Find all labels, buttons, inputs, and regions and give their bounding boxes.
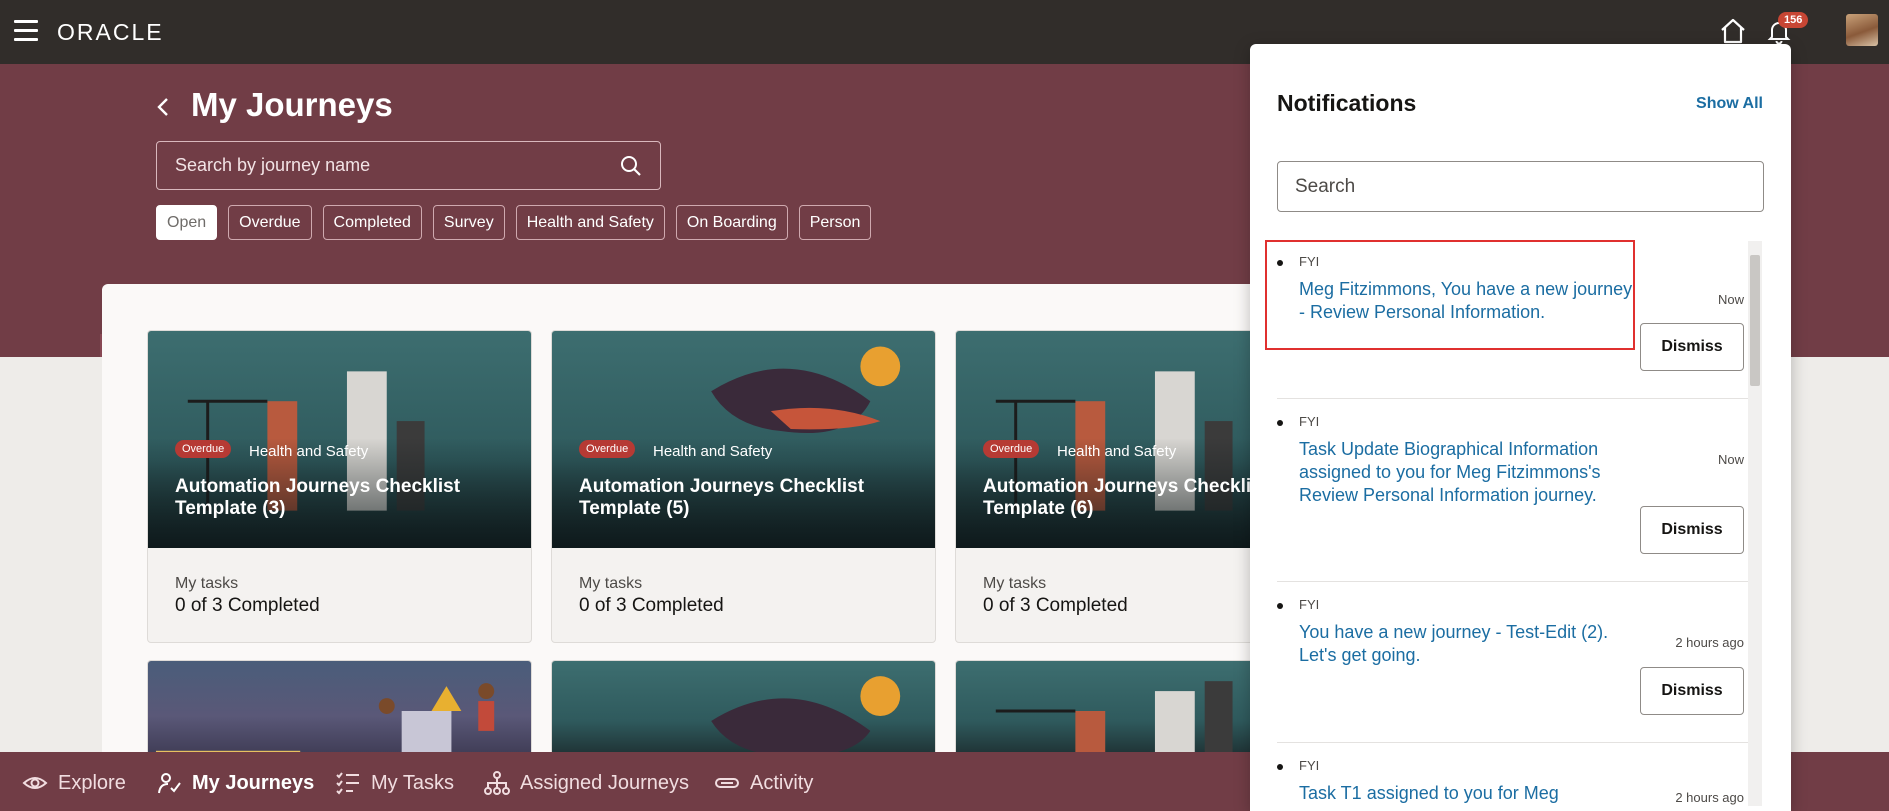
resting-figure-illustration — [711, 676, 901, 757]
tasks-label: My tasks — [175, 575, 239, 592]
notifications-title: Notifications — [1277, 90, 1417, 116]
notification-type: FYI — [1299, 414, 1320, 429]
filter-chip-on-boarding[interactable]: On Boarding — [675, 205, 788, 240]
tasks-progress: 0 of 3 Completed — [579, 595, 724, 616]
nav-my-tasks[interactable]: My Tasks — [335, 770, 454, 796]
status-badge: Overdue — [579, 440, 636, 458]
search-icon[interactable] — [620, 155, 642, 177]
notifications-search-input[interactable] — [1278, 162, 1763, 211]
filter-chip-person[interactable]: Person — [798, 205, 872, 240]
notification-item: FYI Task T1 assigned to you for Meg 2 ho… — [1250, 746, 1750, 811]
task-list-icon — [336, 772, 359, 795]
page-title: My Journeys — [191, 86, 393, 123]
dismiss-button[interactable]: Dismiss — [1640, 667, 1744, 715]
highlight-box — [1265, 240, 1635, 350]
eye-icon — [22, 777, 48, 789]
filter-chip-open[interactable]: Open — [156, 205, 218, 240]
tasks-label: My tasks — [579, 575, 643, 592]
notifications-search-box — [1277, 161, 1764, 212]
menu-icon[interactable] — [14, 20, 38, 42]
journey-search-box — [156, 141, 661, 190]
notification-item: FYI You have a new journey - Test-Edit (… — [1250, 585, 1750, 745]
notifications-scrollbar[interactable] — [1748, 241, 1762, 806]
notification-time: 2 hours ago — [1675, 635, 1744, 650]
nav-explore[interactable]: Explore — [22, 770, 126, 796]
show-all-link[interactable]: Show All — [1696, 95, 1763, 113]
nav-my-journeys[interactable]: My Journeys — [156, 770, 314, 796]
filter-chip-survey[interactable]: Survey — [432, 205, 505, 240]
scrollbar-thumb[interactable] — [1750, 255, 1760, 386]
activity-icon — [715, 778, 739, 788]
category-label: Health and Safety — [653, 443, 773, 460]
filter-chips: Open Overdue Completed Survey Health and… — [156, 205, 872, 240]
filter-chip-overdue[interactable]: Overdue — [228, 205, 312, 240]
home-icon[interactable] — [1718, 16, 1748, 46]
notification-link[interactable]: Task T1 assigned to you for Meg — [1299, 782, 1639, 805]
bullet-icon — [1277, 764, 1283, 770]
journey-card-title: Automation Journeys Checklist Template (… — [175, 476, 461, 519]
user-avatar[interactable] — [1846, 14, 1878, 46]
person-journey-icon — [158, 773, 181, 794]
tasks-progress: 0 of 3 Completed — [175, 595, 320, 616]
filter-chip-health-and-safety[interactable]: Health and Safety — [515, 205, 665, 240]
filter-chip-completed[interactable]: Completed — [322, 205, 422, 240]
notification-time: Now — [1717, 292, 1744, 307]
journeys-grid: Overdue Health and Safety Automation Jou… — [102, 284, 1340, 760]
dismiss-button[interactable]: Dismiss — [1640, 323, 1744, 371]
status-badge: Overdue — [175, 440, 232, 458]
notification-count-badge[interactable]: 156 — [1778, 12, 1809, 28]
journey-card[interactable] — [147, 660, 532, 760]
journey-search-input[interactable] — [157, 142, 660, 189]
dismiss-button[interactable]: Dismiss — [1640, 506, 1744, 554]
journey-card-image — [148, 661, 531, 759]
nav-activity[interactable]: Activity — [714, 770, 813, 796]
category-label: Health and Safety — [249, 443, 369, 460]
nav-my-tasks-label: My Tasks — [371, 771, 454, 794]
category-label: Health and Safety — [1057, 443, 1177, 460]
back-chevron-icon[interactable] — [152, 95, 176, 119]
bullet-icon — [1277, 603, 1283, 609]
nav-assigned-journeys[interactable]: Assigned Journeys — [484, 770, 689, 796]
journey-card-image — [552, 661, 935, 759]
team-illustration — [155, 683, 495, 759]
hierarchy-icon — [484, 771, 510, 795]
journey-card-image: Overdue Health and Safety Automation Jou… — [552, 331, 935, 548]
notification-time: Now — [1717, 452, 1744, 467]
nav-activity-label: Activity — [750, 771, 814, 794]
bullet-icon — [1277, 420, 1283, 426]
notification-link[interactable]: You have a new journey - Test-Edit (2). … — [1299, 621, 1639, 667]
journey-card-title: Automation Journeys Checklist Template (… — [579, 476, 865, 519]
notification-type: FYI — [1299, 758, 1320, 773]
journey-card[interactable]: Overdue Health and Safety Automation Jou… — [551, 330, 936, 643]
notification-type: FYI — [1299, 597, 1320, 612]
nav-my-journeys-label: My Journeys — [192, 771, 315, 794]
notification-link[interactable]: Task Update Biographical Information ass… — [1299, 438, 1639, 507]
status-badge: Overdue — [983, 440, 1040, 458]
notification-item: FYI Task Update Biographical Information… — [1250, 402, 1750, 582]
oracle-logo[interactable]: ORACLE — [57, 19, 164, 46]
journey-card[interactable] — [551, 660, 936, 760]
nav-explore-label: Explore — [58, 771, 126, 794]
journey-card[interactable]: Overdue Health and Safety Automation Jou… — [147, 330, 532, 643]
notification-time: 2 hours ago — [1675, 790, 1744, 805]
nav-assigned-journeys-label: Assigned Journeys — [520, 771, 689, 794]
notifications-panel: Notifications Show All FYI Meg Fitzimmon… — [1250, 44, 1791, 811]
journey-card-image: Overdue Health and Safety Automation Jou… — [148, 331, 531, 548]
